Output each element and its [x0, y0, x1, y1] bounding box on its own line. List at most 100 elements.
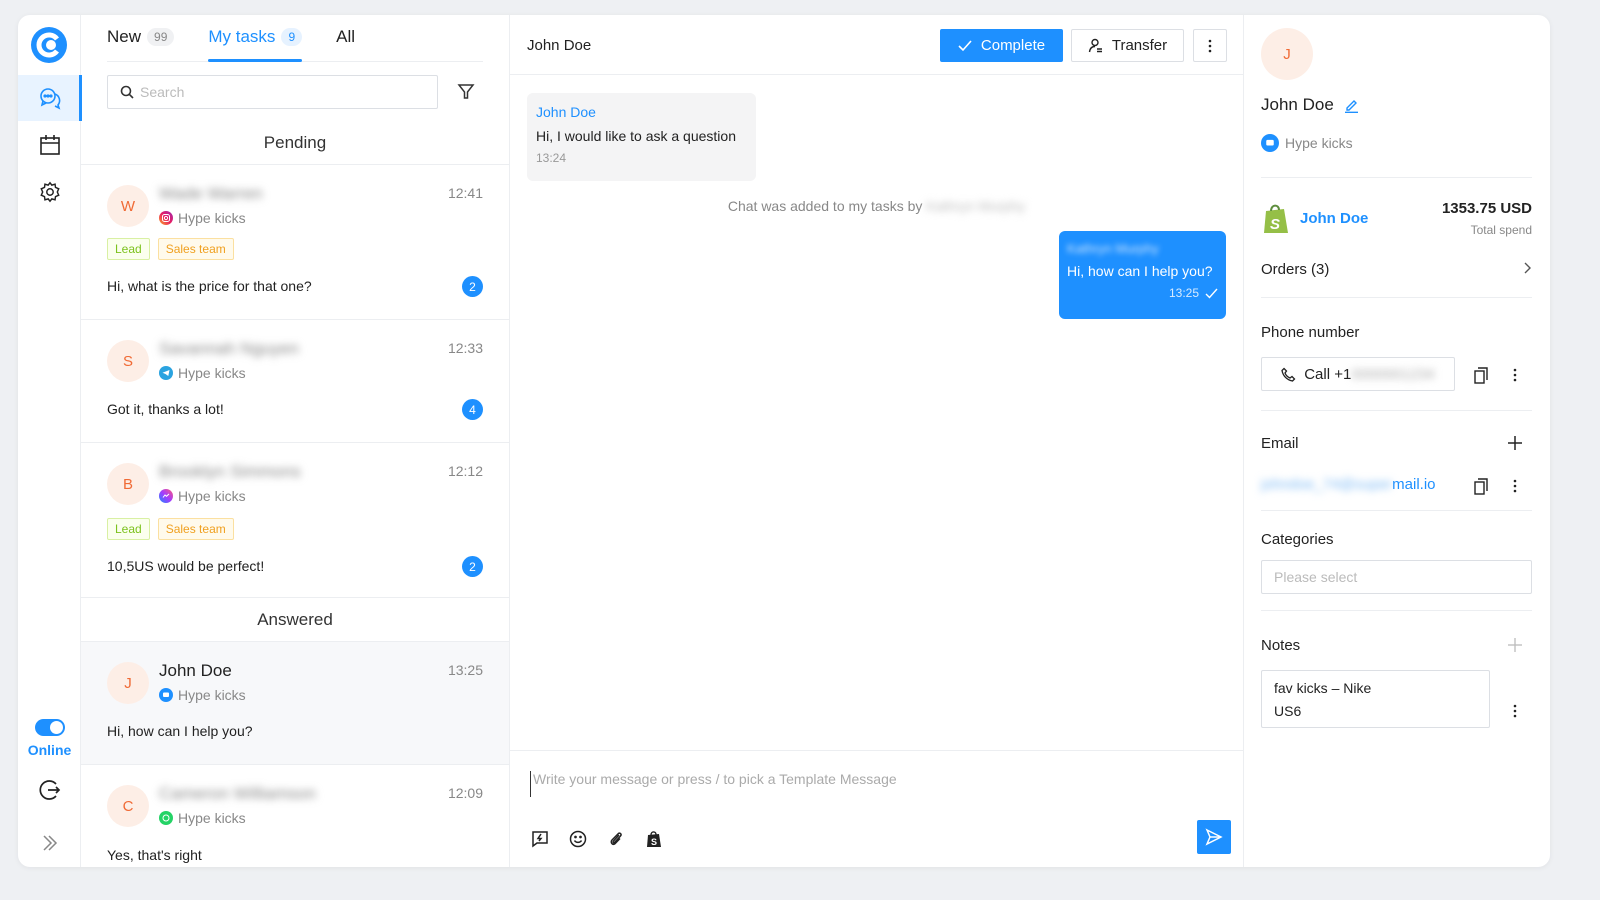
email-more-button[interactable]: [1505, 476, 1525, 496]
orders-label: Orders (3): [1261, 261, 1330, 278]
online-status-label: Online: [27, 742, 72, 758]
read-check-icon: [1205, 288, 1218, 299]
message-preview: 10,5US would be perfect!: [107, 558, 265, 574]
gear-icon: [39, 181, 60, 203]
more-options-button[interactable]: [1193, 29, 1227, 62]
shopify-button[interactable]: S: [643, 828, 665, 850]
conversation-time: 12:41: [447, 185, 483, 201]
call-prefix: Call +1: [1304, 365, 1352, 383]
message-preview: Hi, how can I help you?: [107, 723, 253, 739]
message-sender: John Doe: [536, 104, 596, 120]
filter-icon[interactable]: [457, 83, 475, 101]
call-number: 0000001234: [1351, 365, 1435, 383]
complete-button[interactable]: Complete: [940, 29, 1063, 62]
add-email-button[interactable]: [1505, 433, 1525, 453]
message-preview: Hi, what is the price for that one?: [107, 278, 312, 294]
conversation-item-selected[interactable]: J John Doe Hype kicks 13:25 Hi, how can …: [81, 642, 509, 765]
section-header-answered: Answered: [81, 598, 509, 642]
conversation-item[interactable]: W Wade Warren Hype kicks 12:41 Lead Sale…: [81, 165, 509, 320]
categories-select[interactable]: Please select: [1261, 560, 1532, 594]
message-preview: Yes, that's right: [107, 847, 202, 863]
contact-name: Wade Warren: [159, 184, 263, 203]
divider: [1261, 510, 1532, 511]
copy-phone-button[interactable]: [1471, 365, 1491, 385]
online-toggle[interactable]: [35, 719, 65, 736]
list-tabs: New 99 My tasks 9 All: [107, 15, 483, 62]
rail-item-chats[interactable]: [18, 75, 82, 121]
copy-email-button[interactable]: [1471, 476, 1491, 496]
system-message: Chat was added to my tasks by Kathryn Mu…: [510, 198, 1243, 214]
section-header-pending: Pending: [81, 121, 509, 165]
search-input[interactable]: [140, 84, 420, 100]
conversation-item[interactable]: C Cameron Williamson Hype kicks 12:09 Ye…: [81, 765, 509, 867]
vertical-dots-icon: [1513, 704, 1517, 718]
tab-count: 9: [281, 27, 303, 46]
message-sender: Kathryn Murphy: [1067, 241, 1159, 256]
channel-name: Hype kicks: [178, 210, 246, 226]
shopify-customer-link[interactable]: John Doe: [1300, 210, 1368, 227]
contact-name: Brooklyn Simmons: [159, 462, 301, 481]
plus-icon: [1508, 638, 1522, 652]
quick-reply-button[interactable]: [529, 828, 551, 850]
total-spend-label: Total spend: [1470, 223, 1532, 237]
note-line: fav kicks – Nike: [1274, 680, 1372, 696]
channel-name: Hype kicks: [178, 810, 246, 826]
note-card[interactable]: fav kicks – Nike US6: [1261, 670, 1490, 728]
check-icon: [958, 39, 972, 51]
note-line: US6: [1274, 703, 1302, 719]
message-input[interactable]: [530, 771, 1180, 797]
rail-item-settings[interactable]: [18, 169, 81, 215]
attach-button[interactable]: [605, 828, 627, 850]
emoji-icon: [569, 830, 587, 848]
tab-my-tasks[interactable]: My tasks 9: [208, 15, 303, 62]
conversation-item[interactable]: S Savannah Nguyen Hype kicks 12:33 Got i…: [81, 320, 509, 443]
avatar: W: [107, 185, 149, 227]
unread-badge: 2: [462, 556, 483, 577]
tab-new[interactable]: New 99: [107, 15, 175, 61]
channel-name: Hype kicks: [178, 365, 246, 381]
message-composer: S: [510, 750, 1243, 867]
call-button[interactable]: Call +10000001234: [1261, 357, 1455, 391]
send-button[interactable]: [1197, 820, 1231, 854]
channel-label: Hype kicks: [159, 488, 246, 504]
double-chevron-right-icon: [42, 835, 57, 851]
vertical-dots-icon: [1208, 39, 1212, 52]
phone-label: Phone number: [1261, 324, 1360, 341]
tag-sales-team: Sales team: [157, 238, 234, 260]
contact-name: John Doe: [159, 661, 232, 680]
channel-label: Hype kicks: [159, 687, 246, 703]
orders-row[interactable]: Orders (3): [1261, 261, 1532, 278]
emoji-button[interactable]: [567, 828, 589, 850]
notes-label: Notes: [1261, 637, 1301, 654]
copy-icon: [1474, 477, 1488, 495]
rail-item-calendar[interactable]: [18, 122, 81, 168]
telegram-icon: [159, 366, 173, 380]
expand-sidebar-button[interactable]: [18, 820, 81, 866]
tag-sales-team: Sales team: [157, 518, 234, 540]
divider: [1261, 297, 1532, 298]
logout-button[interactable]: [18, 767, 81, 813]
complete-label: Complete: [980, 37, 1046, 54]
edit-pencil-icon[interactable]: [1344, 98, 1359, 113]
transfer-button[interactable]: Transfer: [1071, 29, 1184, 62]
tag-lead: Lead: [107, 238, 150, 260]
system-message-agent: Kathryn Murphy: [926, 198, 1026, 214]
conversation-item[interactable]: B Brooklyn Simmons Hype kicks 12:12 Lead…: [81, 443, 509, 598]
chat-header: John Doe Complete Transfer: [510, 15, 1243, 75]
nav-rail: Online: [18, 15, 82, 867]
add-note-button[interactable]: [1505, 635, 1525, 655]
divider: [1261, 177, 1532, 178]
email-link[interactable]: johndoe_74@supermail.io: [1261, 476, 1436, 493]
avatar: J: [107, 662, 149, 704]
message-time: 13:25: [1168, 286, 1199, 300]
channel-label: Hype kicks: [159, 365, 246, 381]
phone-icon: [1281, 367, 1296, 382]
tab-all[interactable]: All: [336, 15, 355, 61]
call-label: Call +10000001234: [1304, 366, 1435, 383]
vertical-dots-icon: [1513, 368, 1517, 382]
tab-count: 99: [147, 27, 175, 46]
phone-more-button[interactable]: [1505, 365, 1525, 385]
transfer-label: Transfer: [1111, 37, 1168, 54]
system-message-text: Chat was added to my tasks by: [727, 198, 923, 214]
note-more-button[interactable]: [1505, 701, 1525, 721]
